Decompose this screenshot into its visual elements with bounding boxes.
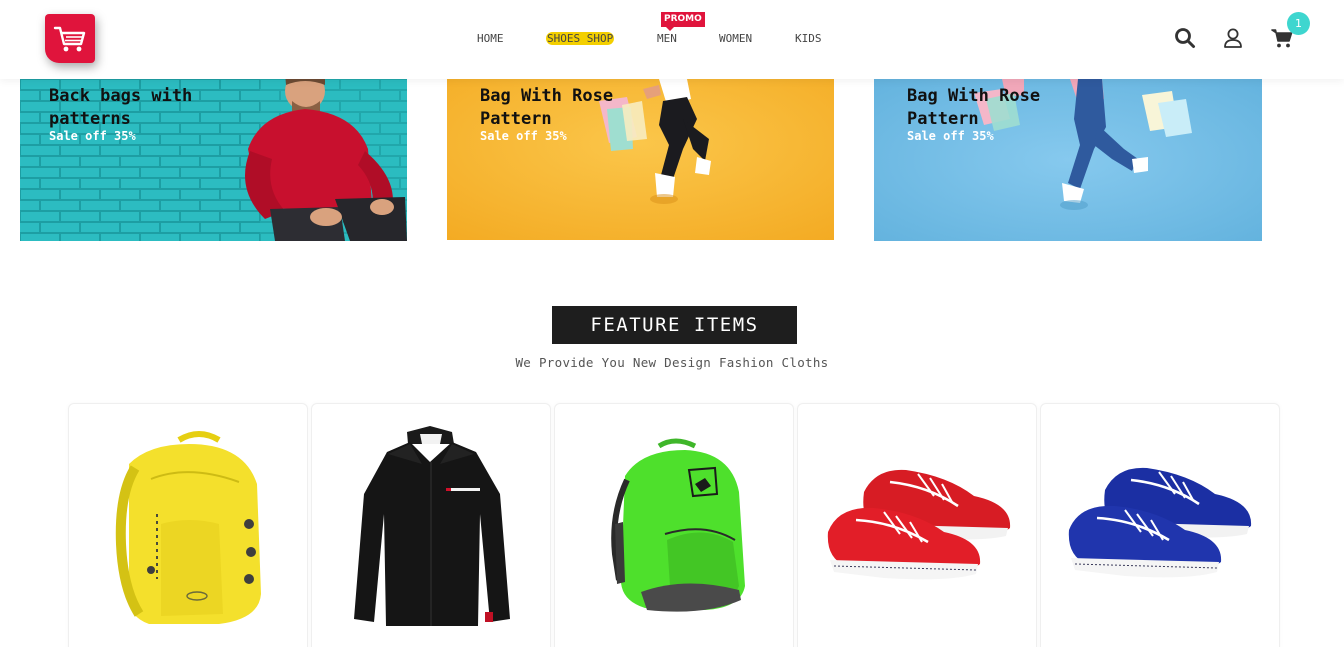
- black-shirt-image: [354, 426, 510, 626]
- banner-rose-pattern[interactable]: Bag With Rose Pattern Sale off 35%: [447, 79, 834, 240]
- banner-subtitle: Sale off 35%: [480, 129, 567, 143]
- cart-count-badge: 1: [1287, 12, 1310, 35]
- product-card[interactable]: [311, 403, 551, 647]
- shopping-cart-icon: [53, 26, 86, 51]
- banner-title: Back bags with patterns: [49, 86, 193, 129]
- logo[interactable]: [45, 14, 95, 63]
- nav-kids[interactable]: KIDS: [795, 32, 822, 45]
- banner-backbags[interactable]: Back bags with patterns Sale off 35%: [20, 79, 407, 241]
- green-backpack-image: [611, 438, 745, 612]
- section-subtitle: We Provide You New Design Fashion Cloths: [515, 355, 829, 370]
- section-title: FEATURE ITEMS: [552, 306, 797, 344]
- nav-shoes-shop[interactable]: SHOES SHOP: [546, 32, 615, 45]
- banner-title: Bag With Rose Pattern: [907, 86, 1041, 129]
- nav-men[interactable]: MEN: [657, 32, 677, 45]
- site-header: HOME SHOES SHOP MEN WOMEN KIDS PROMO 1: [0, 0, 1344, 79]
- nav-women[interactable]: WOMEN: [719, 32, 752, 45]
- product-card[interactable]: [1040, 403, 1280, 647]
- account-button[interactable]: [1222, 27, 1244, 49]
- promo-badge: PROMO: [661, 12, 705, 31]
- search-button[interactable]: [1174, 27, 1196, 49]
- user-icon: [1224, 28, 1242, 48]
- red-boat-shoes-image: [827, 469, 1011, 580]
- banner-rose-pattern-blue[interactable]: Bag With Rose Pattern Sale off 35%: [874, 79, 1262, 241]
- yellow-backpack-image: [115, 431, 261, 624]
- search-icon: [1175, 28, 1195, 48]
- banner-subtitle: Sale off 35%: [49, 129, 136, 143]
- product-card[interactable]: [554, 403, 794, 647]
- banner-title: Bag With Rose Pattern: [480, 86, 614, 129]
- blue-boat-shoes-image: [1068, 467, 1252, 578]
- nav-home[interactable]: HOME: [477, 32, 504, 45]
- product-card[interactable]: [797, 403, 1037, 647]
- banner-subtitle: Sale off 35%: [907, 129, 994, 143]
- product-card[interactable]: [68, 403, 308, 647]
